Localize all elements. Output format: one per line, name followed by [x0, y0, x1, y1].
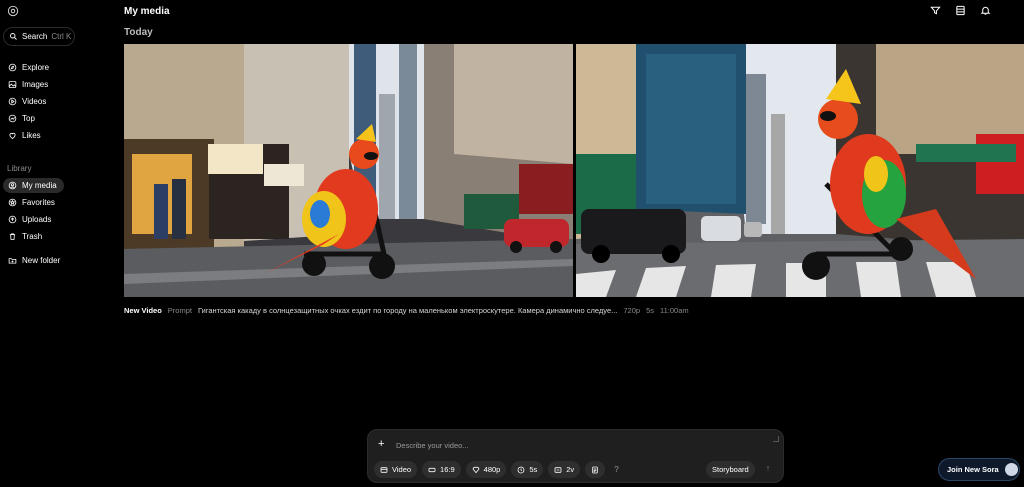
- prompt-composer: + Describe your video... Video 16:9 480p…: [367, 429, 784, 483]
- search-label: Search: [22, 32, 48, 41]
- person-icon: [8, 181, 17, 190]
- nav-likes[interactable]: Likes: [3, 128, 41, 143]
- new-folder-label: New folder: [22, 256, 61, 265]
- search-button[interactable]: Search Ctrl K: [3, 27, 75, 46]
- aspect-icon: [428, 467, 436, 472]
- send-arrow-icon[interactable]: ↑: [762, 463, 774, 475]
- resolution-chip-label: 480p: [483, 465, 501, 474]
- layout-icon[interactable]: [955, 5, 966, 16]
- duration-chip[interactable]: 5s: [511, 461, 544, 478]
- filter-icon[interactable]: [930, 5, 941, 16]
- add-attachment-button[interactable]: +: [378, 438, 384, 450]
- prompt-input[interactable]: Describe your video...: [396, 441, 469, 450]
- aspect-chip-label: 16:9: [440, 465, 455, 474]
- help-icon[interactable]: ?: [614, 465, 618, 474]
- prompt-label: Prompt: [167, 306, 192, 315]
- trash-icon: [9, 233, 16, 240]
- nav-top-label: Top: [22, 114, 35, 123]
- variations-icon: [554, 466, 562, 473]
- sidebar: Search Ctrl K Explore Images Videos Top …: [0, 0, 110, 487]
- search-icon: [10, 33, 17, 40]
- nav-uploads[interactable]: Uploads: [3, 212, 51, 227]
- openai-logo-icon[interactable]: [6, 4, 20, 18]
- nav-images[interactable]: Images: [3, 77, 48, 92]
- image-icon: [8, 81, 17, 88]
- aspect-chip[interactable]: 16:9: [422, 461, 461, 478]
- composer-options: Video 16:9 480p 5s 2v ?: [374, 461, 619, 478]
- header-actions: [930, 5, 991, 16]
- video-time: 11:00am: [659, 306, 689, 315]
- preset-chip[interactable]: [585, 461, 606, 478]
- type-chip[interactable]: Video: [374, 461, 418, 478]
- nav-videos[interactable]: Videos: [3, 94, 46, 109]
- nav-explore[interactable]: Explore: [3, 60, 49, 75]
- avatar: [1004, 463, 1018, 476]
- diamond-icon: [472, 466, 480, 473]
- nav-uploads-label: Uploads: [22, 215, 52, 224]
- prompt-text: Гигантская какаду в солнцезащитных очках…: [197, 306, 618, 315]
- nav-my-media-label: My media: [22, 181, 57, 190]
- nav-videos-label: Videos: [22, 97, 47, 106]
- video-name[interactable]: New Video: [124, 306, 162, 315]
- video-icon: [380, 466, 388, 473]
- nav-trash-label: Trash: [22, 232, 43, 241]
- library-section-label: Library: [7, 164, 32, 173]
- variations-chip[interactable]: 2v: [548, 461, 581, 478]
- date-group-label: Today: [124, 27, 153, 38]
- page-title: My media: [124, 6, 170, 17]
- compass-icon: [8, 63, 17, 72]
- nav-favorites[interactable]: Favorites: [3, 195, 55, 210]
- star-icon: [8, 198, 17, 207]
- variations-chip-label: 2v: [566, 465, 575, 474]
- trending-icon: [8, 114, 17, 123]
- nav-my-media[interactable]: My media: [3, 178, 64, 193]
- preset-icon: [592, 466, 598, 473]
- city-scene-image: [124, 44, 573, 297]
- crosswalk-scene-image: [576, 44, 1024, 297]
- duration-chip-label: 5s: [529, 465, 538, 474]
- nav-likes-label: Likes: [22, 131, 41, 140]
- resolution-chip[interactable]: 480p: [465, 461, 507, 478]
- clock-icon: [517, 466, 525, 473]
- search-shortcut: Ctrl K: [51, 32, 72, 41]
- video-resolution: 720p: [623, 306, 641, 315]
- nav-top[interactable]: Top: [3, 111, 35, 126]
- resize-handle[interactable]: [773, 436, 779, 442]
- join-label: Join New Sora: [947, 465, 999, 474]
- video-meta-row: New Video Prompt Гигантская какаду в сол…: [124, 306, 689, 315]
- bell-icon[interactable]: [980, 5, 991, 16]
- nav-explore-label: Explore: [22, 63, 50, 72]
- video-thumbnail-left[interactable]: [124, 44, 573, 297]
- storyboard-button[interactable]: Storyboard: [706, 461, 755, 478]
- play-icon: [8, 97, 17, 106]
- nav-images-label: Images: [22, 80, 49, 89]
- video-duration: 5s: [646, 306, 654, 315]
- nav-trash[interactable]: Trash: [3, 229, 42, 244]
- video-thumbnail-right[interactable]: [576, 44, 1024, 297]
- heart-icon: [9, 132, 16, 139]
- new-folder-icon: [8, 258, 17, 264]
- join-new-sora-button[interactable]: Join New Sora: [938, 458, 1020, 481]
- nav-favorites-label: Favorites: [22, 198, 55, 207]
- new-folder-button[interactable]: New folder: [3, 253, 60, 268]
- type-chip-label: Video: [392, 465, 412, 474]
- upload-icon: [8, 215, 17, 224]
